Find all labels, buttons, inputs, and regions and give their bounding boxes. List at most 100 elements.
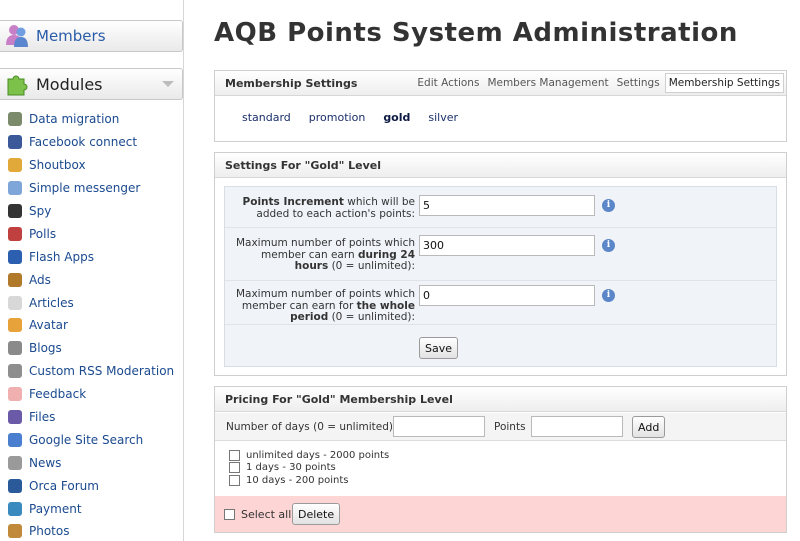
membership-settings-header: Membership Settings Edit Actions Members… bbox=[215, 71, 786, 96]
sidebar-item-files[interactable]: Files bbox=[0, 406, 183, 429]
sidebar-item-spy[interactable]: Spy bbox=[0, 200, 183, 223]
chat-bubble-icon bbox=[8, 181, 22, 196]
sidebar-item-blogs[interactable]: Blogs bbox=[0, 337, 183, 360]
sidebar-item-label: Data migration bbox=[29, 112, 120, 127]
sidebar-item-label: Files bbox=[29, 410, 56, 425]
feedback-icon bbox=[8, 387, 22, 402]
membership-settings-panel: Membership Settings Edit Actions Members… bbox=[214, 70, 787, 142]
facebook-icon bbox=[8, 135, 22, 150]
info-icon[interactable]: i bbox=[602, 199, 615, 212]
sidebar-item-custom-rss-moderation[interactable]: Custom RSS Moderation bbox=[0, 360, 183, 383]
members-header[interactable]: Members bbox=[0, 20, 183, 52]
sidebar-item-ads[interactable]: Ads bbox=[0, 268, 183, 291]
level-settings-title: Settings For "Gold" Level bbox=[225, 158, 382, 172]
daily-limit-row: Maximum number of points which member ca… bbox=[225, 228, 776, 281]
nav-membership-settings[interactable]: Membership Settings bbox=[664, 73, 784, 93]
delete-button[interactable]: Delete bbox=[292, 503, 341, 525]
sidebar-item-data-migration[interactable]: Data migration bbox=[0, 108, 183, 131]
level-link-standard[interactable]: standard bbox=[242, 111, 291, 124]
nav-edit-actions[interactable]: Edit Actions bbox=[414, 74, 482, 92]
modules-list: Data migration Facebook connect Shoutbox Si… bbox=[0, 108, 183, 541]
sidebar-item-google-site-search[interactable]: Google Site Search bbox=[0, 428, 183, 451]
sidebar-item-label: Payment bbox=[29, 501, 82, 516]
sidebar-item-label: Simple messenger bbox=[29, 181, 141, 196]
briefcase-icon bbox=[8, 272, 22, 287]
daily-limit-label: Maximum number of points which member ca… bbox=[235, 237, 415, 272]
info-icon[interactable]: i bbox=[602, 239, 615, 252]
sidebar-item-feedback[interactable]: Feedback bbox=[0, 383, 183, 406]
news-tag-icon bbox=[8, 455, 22, 470]
notepad-icon bbox=[8, 341, 22, 356]
document-icon bbox=[8, 295, 22, 310]
sidebar-item-payment[interactable]: Payment bbox=[0, 497, 183, 520]
period-limit-label: Maximum number of points which member ca… bbox=[235, 288, 415, 323]
puzzle-icon bbox=[4, 71, 30, 97]
points-input[interactable] bbox=[531, 416, 623, 437]
sidebar-item-articles[interactable]: Articles bbox=[0, 291, 183, 314]
megaphone-icon bbox=[8, 158, 22, 173]
level-link-promotion[interactable]: promotion bbox=[309, 111, 366, 124]
sidebar-item-label: Orca Forum bbox=[29, 478, 99, 493]
gear-icon bbox=[8, 112, 22, 127]
nav-members-management[interactable]: Members Management bbox=[484, 74, 611, 92]
sidebar-item-shoutbox[interactable]: Shoutbox bbox=[0, 154, 183, 177]
sidebar-item-label: Google Site Search bbox=[29, 432, 144, 447]
gear-rss-icon bbox=[8, 364, 22, 379]
select-all-checkbox[interactable] bbox=[224, 509, 235, 520]
photos-icon bbox=[8, 524, 22, 539]
sidebar-item-label: Avatar bbox=[29, 318, 68, 333]
sidebar-item-label: Feedback bbox=[29, 387, 87, 402]
pricing-option: 10 days - 200 points bbox=[229, 474, 389, 487]
pricing-option: 1 days - 30 points bbox=[229, 462, 389, 475]
increment-label: Points Increment which will be added to … bbox=[242, 196, 415, 220]
points-increment-input[interactable] bbox=[419, 195, 595, 216]
sidebar: Members Modules Data migration Facebook c… bbox=[0, 0, 184, 541]
period-limit-row: Maximum number of points which member ca… bbox=[225, 281, 776, 325]
pricing-options-list: unlimited days - 2000 points 1 days - 30… bbox=[229, 449, 389, 487]
info-icon[interactable]: i bbox=[602, 289, 615, 302]
sidebar-item-label: Facebook connect bbox=[29, 135, 138, 150]
level-link-gold[interactable]: gold bbox=[383, 111, 410, 124]
sidebar-item-orca-forum[interactable]: Orca Forum bbox=[0, 474, 183, 497]
sidebar-item-label: Polls bbox=[29, 226, 57, 241]
level-links: standard promotion gold silver bbox=[242, 111, 476, 124]
pricing-option-checkbox[interactable] bbox=[229, 474, 240, 486]
period-limit-input[interactable] bbox=[419, 285, 595, 306]
sidebar-item-label: Articles bbox=[29, 295, 74, 310]
days-label: Number of days (0 = unlimited) bbox=[226, 421, 393, 433]
pricing-title: Pricing For "Gold" Membership Level bbox=[225, 392, 453, 406]
daily-limit-input[interactable] bbox=[419, 235, 595, 256]
membership-settings-title: Membership Settings bbox=[225, 76, 358, 90]
level-settings-form: Points Increment which will be added to … bbox=[224, 186, 777, 367]
select-all-label: Select all bbox=[241, 508, 292, 521]
sidebar-item-label: Blogs bbox=[29, 341, 62, 356]
sidebar-item-label: News bbox=[29, 455, 62, 470]
days-input[interactable] bbox=[393, 416, 485, 437]
sidebar-item-label: Spy bbox=[29, 204, 52, 218]
save-button[interactable]: Save bbox=[419, 337, 459, 359]
level-settings-panel: Settings For "Gold" Level Points Increme… bbox=[214, 152, 787, 376]
avatar-face-icon bbox=[8, 318, 22, 333]
modules-label: Modules bbox=[36, 74, 103, 94]
pricing-option: unlimited days - 2000 points bbox=[229, 449, 389, 462]
points-label: Points bbox=[494, 421, 526, 433]
sidebar-item-facebook-connect[interactable]: Facebook connect bbox=[0, 131, 183, 154]
sidebar-item-polls[interactable]: Polls bbox=[0, 222, 183, 245]
nav-settings[interactable]: Settings bbox=[614, 74, 663, 92]
sidebar-item-flash-apps[interactable]: Flash Apps bbox=[0, 245, 183, 268]
members-icon bbox=[4, 23, 30, 49]
bar-chart-icon bbox=[8, 226, 22, 241]
pricing-header: Pricing For "Gold" Membership Level bbox=[215, 387, 786, 412]
level-link-silver[interactable]: silver bbox=[428, 111, 458, 124]
add-button[interactable]: Add bbox=[632, 416, 666, 438]
sidebar-item-news[interactable]: News bbox=[0, 451, 183, 474]
pricing-option-checkbox[interactable] bbox=[229, 462, 240, 474]
spy-icon bbox=[8, 204, 22, 218]
sidebar-item-avatar[interactable]: Avatar bbox=[0, 314, 183, 337]
sidebar-item-photos[interactable]: Photos bbox=[0, 520, 183, 541]
sidebar-item-simple-messenger[interactable]: Simple messenger bbox=[0, 177, 183, 200]
pricing-panel: Pricing For "Gold" Membership Level Numb… bbox=[214, 386, 787, 533]
modules-header[interactable]: Modules bbox=[0, 68, 183, 100]
chevron-down-icon[interactable] bbox=[162, 81, 174, 87]
pricing-option-checkbox[interactable] bbox=[229, 449, 240, 461]
